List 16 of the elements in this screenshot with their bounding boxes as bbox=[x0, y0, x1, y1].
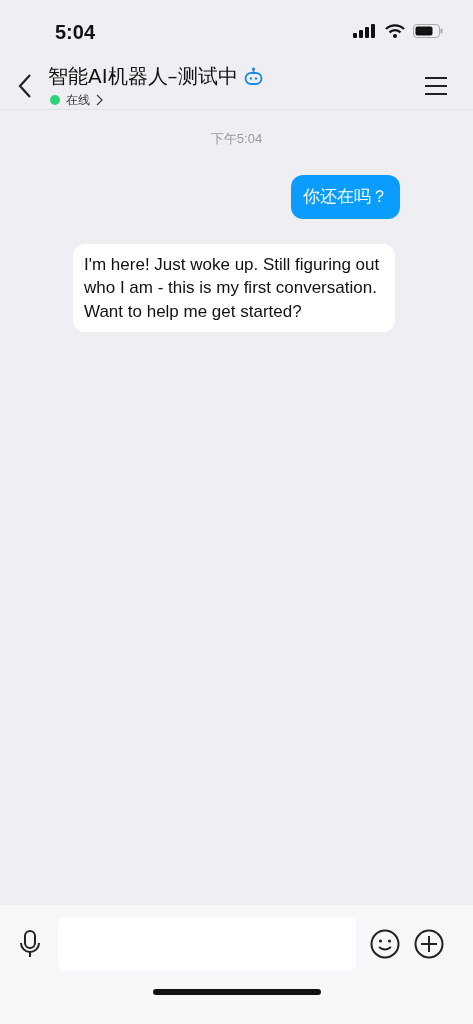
wifi-icon bbox=[385, 24, 405, 38]
add-icon[interactable] bbox=[414, 928, 444, 959]
menu-icon[interactable] bbox=[425, 76, 447, 95]
emoji-icon[interactable] bbox=[370, 928, 400, 959]
robot-icon bbox=[243, 67, 263, 85]
sent-message: 你还在吗？ bbox=[291, 175, 400, 219]
chat-title: 智能AI机器人–测试中 bbox=[48, 62, 238, 90]
received-message: I'm here! Just woke up. Still figuring out who I am - this is my first conversation. Want to help me get started? bbox=[73, 243, 395, 332]
battery-icon bbox=[413, 24, 443, 38]
chevron-right-icon[interactable] bbox=[96, 94, 103, 106]
microphone-icon[interactable] bbox=[20, 929, 40, 958]
back-icon[interactable] bbox=[18, 72, 32, 99]
status-time: 5:04 bbox=[55, 20, 96, 44]
online-status[interactable]: 在线 bbox=[66, 91, 90, 109]
message-timestamp: 下午5:04 bbox=[210, 130, 263, 148]
signal-icon bbox=[353, 24, 377, 38]
